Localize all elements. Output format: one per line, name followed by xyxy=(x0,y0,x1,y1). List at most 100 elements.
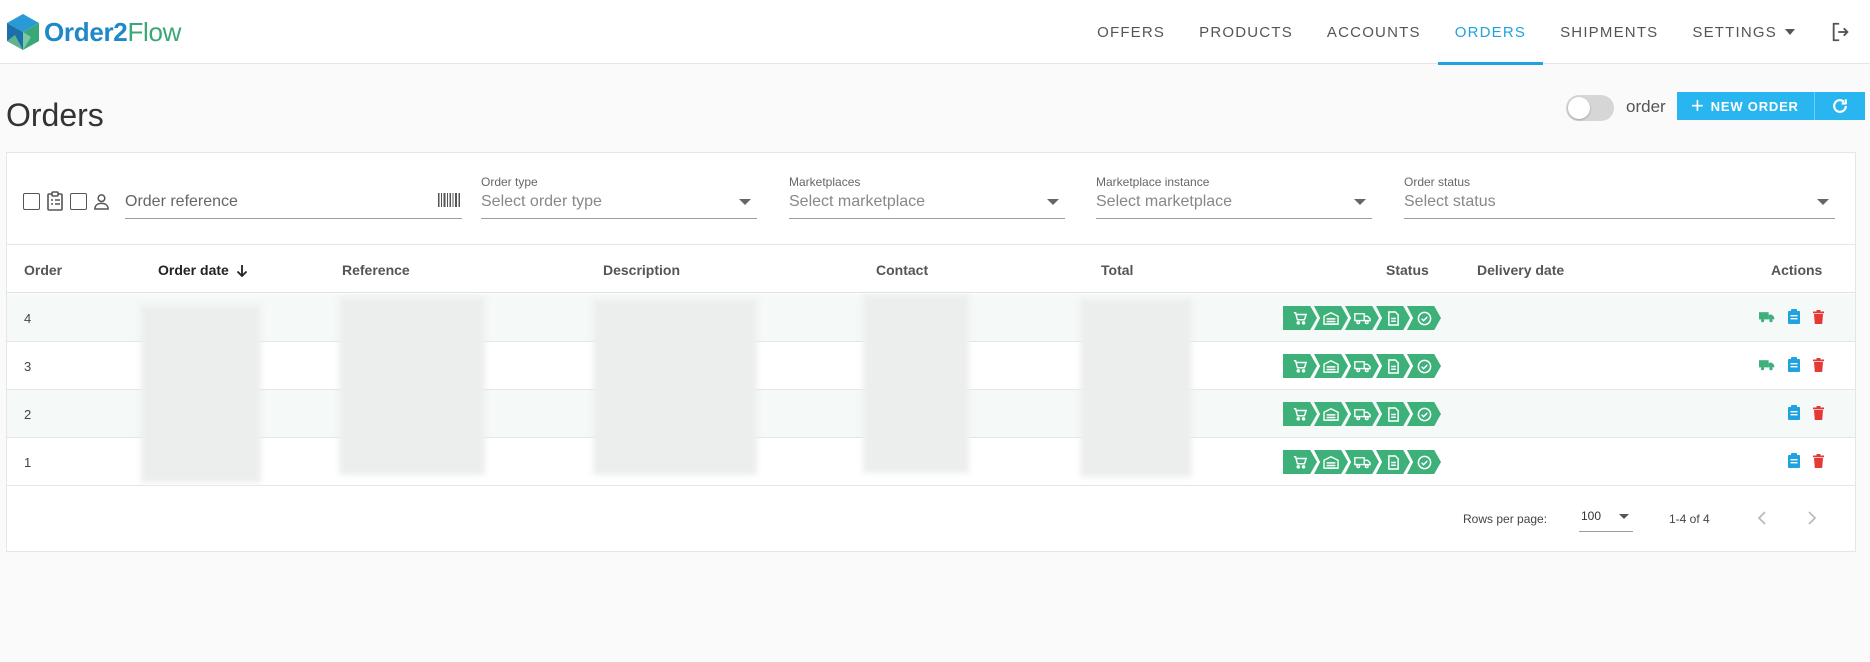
cart-icon xyxy=(1283,402,1317,426)
document-icon xyxy=(1376,402,1410,426)
truck-icon xyxy=(1345,354,1379,378)
filter-checkbox[interactable] xyxy=(70,192,87,210)
redacted-description xyxy=(593,299,757,475)
dropdown-arrow-icon xyxy=(1354,199,1366,205)
nav-products-label: PRODUCTS xyxy=(1199,23,1293,41)
row-actions xyxy=(1788,453,1824,468)
status-progress xyxy=(1283,306,1441,330)
col-description[interactable]: Description xyxy=(603,262,680,278)
filters-bar: Order reference Order type Select order … xyxy=(7,153,1855,245)
col-actions: Actions xyxy=(1771,262,1823,278)
delete-icon[interactable] xyxy=(1813,309,1824,324)
order-type-placeholder: Select order type xyxy=(481,193,602,210)
dropdown-arrow-icon xyxy=(1817,199,1829,205)
delete-icon[interactable] xyxy=(1813,453,1824,468)
chevron-down-icon xyxy=(1619,514,1629,519)
header-actions: + NEW ORDER xyxy=(1677,92,1865,120)
prev-page-button[interactable] xyxy=(1747,503,1777,533)
order-number: 4 xyxy=(24,311,32,326)
redacted-total xyxy=(1080,299,1192,477)
col-delivery-date[interactable]: Delivery date xyxy=(1477,262,1564,278)
toggle-knob xyxy=(1568,97,1590,119)
nav-accounts[interactable]: ACCOUNTS xyxy=(1310,0,1438,64)
nav-accounts-label: ACCOUNTS xyxy=(1326,23,1421,41)
status-progress xyxy=(1283,402,1441,426)
check-circle-icon xyxy=(1407,306,1441,330)
new-order-button[interactable]: + NEW ORDER xyxy=(1677,92,1815,120)
clipboard-icon[interactable] xyxy=(1788,405,1800,420)
marketplace-instance-select[interactable]: Marketplace instance Select marketplace xyxy=(1096,175,1372,219)
nav-offers[interactable]: OFFERS xyxy=(1080,0,1182,64)
chevron-right-icon xyxy=(1808,511,1817,525)
orders-card: Order reference Order type Select order … xyxy=(6,152,1856,552)
refresh-button[interactable] xyxy=(1814,92,1865,120)
toggle-label: order xyxy=(1626,97,1666,116)
marketplace-instance-placeholder: Select marketplace xyxy=(1096,193,1233,210)
order-toggle[interactable] xyxy=(1566,95,1614,121)
marketplace-instance-label: Marketplace instance xyxy=(1096,175,1210,189)
logo-text: Order2Flow xyxy=(44,17,181,48)
plus-icon: + xyxy=(1691,93,1705,118)
document-icon xyxy=(1376,354,1410,378)
order-reference-field[interactable]: Order reference xyxy=(125,175,462,219)
chevron-down-icon xyxy=(1785,29,1795,35)
marketplaces-select[interactable]: Marketplaces Select marketplace xyxy=(789,175,1065,219)
nav-offers-label: OFFERS xyxy=(1097,23,1166,41)
logo-cube-icon xyxy=(7,14,39,50)
clipboard-list-icon[interactable] xyxy=(46,191,64,211)
shipping-icon[interactable] xyxy=(1759,359,1775,371)
sort-arrow-down-icon xyxy=(236,265,247,278)
table-footer: Rows per page: 100 1-4 of 4 xyxy=(7,485,1855,553)
col-order-date[interactable]: Order date xyxy=(158,262,248,278)
clipboard-icon[interactable] xyxy=(1788,357,1800,372)
status-progress xyxy=(1283,354,1441,378)
table-header: Order Order date Reference Description C… xyxy=(7,245,1855,293)
order-status-placeholder: Select status xyxy=(1404,193,1496,210)
clipboard-icon[interactable] xyxy=(1788,309,1800,324)
page-range: 1-4 of 4 xyxy=(1669,512,1710,526)
document-icon xyxy=(1376,450,1410,474)
select-all-checkbox[interactable] xyxy=(23,192,40,210)
order-type-select[interactable]: Order type Select order type xyxy=(481,175,757,219)
clipboard-icon[interactable] xyxy=(1788,453,1800,468)
col-status[interactable]: Status xyxy=(1386,262,1429,278)
cart-icon xyxy=(1283,450,1317,474)
col-order[interactable]: Order xyxy=(24,262,62,278)
order-number: 3 xyxy=(24,359,32,374)
truck-icon xyxy=(1345,402,1379,426)
check-circle-icon xyxy=(1407,354,1441,378)
warehouse-icon xyxy=(1314,450,1348,474)
row-actions xyxy=(1788,405,1824,420)
rows-per-page-label: Rows per page: xyxy=(1463,512,1548,526)
chevron-left-icon xyxy=(1757,511,1766,525)
order-status-select[interactable]: Order status Select status xyxy=(1404,175,1835,219)
document-icon xyxy=(1376,306,1410,330)
nav-products[interactable]: PRODUCTS xyxy=(1182,0,1310,64)
col-reference[interactable]: Reference xyxy=(342,262,410,278)
nav-shipments[interactable]: SHIPMENTS xyxy=(1543,0,1675,64)
marketplaces-label: Marketplaces xyxy=(789,175,861,189)
col-contact[interactable]: Contact xyxy=(876,262,928,278)
shipping-icon[interactable] xyxy=(1759,311,1775,323)
cart-icon xyxy=(1283,354,1317,378)
nav-shipments-label: SHIPMENTS xyxy=(1560,23,1659,41)
logout-button[interactable] xyxy=(1812,0,1870,64)
person-icon[interactable] xyxy=(93,193,110,210)
delete-icon[interactable] xyxy=(1813,357,1824,372)
order-number: 1 xyxy=(24,455,32,470)
rows-per-page-select[interactable]: 100 xyxy=(1579,502,1633,532)
nav-orders[interactable]: ORDERS xyxy=(1437,0,1544,65)
delete-icon[interactable] xyxy=(1813,405,1824,420)
order-status-label: Order status xyxy=(1404,175,1471,189)
barcode-icon[interactable] xyxy=(438,193,460,207)
truck-icon xyxy=(1345,450,1379,474)
next-page-button[interactable] xyxy=(1797,503,1827,533)
row-actions xyxy=(1759,357,1824,372)
dropdown-arrow-icon xyxy=(739,199,751,205)
cart-icon xyxy=(1283,306,1317,330)
col-total[interactable]: Total xyxy=(1101,262,1133,278)
truck-icon xyxy=(1345,306,1379,330)
app-logo[interactable]: Order2Flow xyxy=(6,12,181,52)
nav-settings[interactable]: SETTINGS xyxy=(1675,0,1812,64)
order-reference-placeholder: Order reference xyxy=(125,193,238,210)
